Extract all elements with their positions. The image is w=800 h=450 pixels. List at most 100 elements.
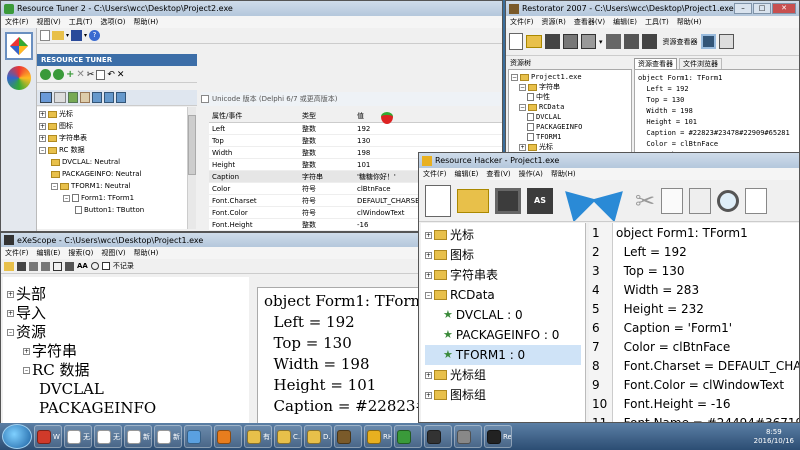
resource-hacker-tree[interactable]: + 光标 + 图标 + 字符串表 – RCData ★ DVCLAL : 0 ★ PACKAGEINF… bbox=[421, 223, 586, 422]
viewer-label[interactable]: 资源查看器 bbox=[663, 37, 698, 47]
exescope-titlebar[interactable]: eXeScope - C:\Users\wcc\Desktop\Project1… bbox=[1, 233, 424, 247]
tree-node[interactable]: + 字符串 bbox=[7, 342, 245, 361]
filter-icon[interactable] bbox=[68, 92, 78, 103]
tree-node[interactable]: ★ TFORM1 : 0 bbox=[425, 345, 581, 365]
minimize-button[interactable]: – bbox=[734, 3, 752, 14]
tree-view-icon[interactable] bbox=[40, 92, 52, 103]
code-text[interactable]: object Form1: TForm1 Left = 192 Top = 13… bbox=[613, 223, 799, 422]
search-icon[interactable] bbox=[90, 262, 99, 270]
tree-node[interactable]: – RCData bbox=[425, 285, 581, 305]
save-icon[interactable] bbox=[17, 261, 26, 271]
menu-item[interactable]: 帮助(H) bbox=[677, 17, 702, 27]
menu-item[interactable]: 资源(R) bbox=[542, 17, 566, 27]
menu-item[interactable]: 视图(V) bbox=[37, 17, 61, 27]
taskbar-button[interactable] bbox=[214, 425, 242, 448]
tree-node[interactable]: + 光标组 bbox=[425, 365, 581, 385]
menu-item[interactable]: 查看(V) bbox=[486, 169, 510, 179]
tree-node[interactable]: ★ PACKAGEINFO : 0 bbox=[425, 325, 581, 345]
expand-icon[interactable]: + bbox=[39, 134, 46, 142]
menu-item[interactable]: 文件(F) bbox=[5, 248, 29, 258]
open-icon[interactable] bbox=[52, 31, 64, 40]
taskbar-button[interactable]: C... bbox=[274, 425, 302, 448]
menu-item[interactable]: 工具(T) bbox=[69, 17, 93, 27]
new-icon[interactable] bbox=[40, 30, 50, 41]
chart-icon[interactable] bbox=[104, 92, 114, 103]
grid-column-header[interactable]: 类型 bbox=[299, 109, 354, 122]
close-icon[interactable]: ✕ bbox=[117, 70, 125, 80]
add-icon[interactable]: + bbox=[66, 69, 74, 80]
taskbar-button[interactable]: 有... bbox=[244, 425, 272, 448]
back-arrow-icon[interactable] bbox=[553, 180, 597, 221]
tree-node[interactable]: + 光标 bbox=[425, 225, 581, 245]
menu-item[interactable]: 操作(A) bbox=[519, 169, 543, 179]
expand-icon[interactable]: + bbox=[425, 371, 432, 379]
taskbar-button[interactable]: Res bbox=[484, 425, 512, 448]
tree-node[interactable]: – 字符串 bbox=[511, 82, 629, 92]
unicode-checkbox-row[interactable]: Unicode 版本 (Delphi 6/7 或更高版本) bbox=[201, 92, 501, 106]
taskbar-button[interactable]: 无... bbox=[94, 425, 122, 448]
taskbar-button[interactable] bbox=[454, 425, 482, 448]
font-icon[interactable]: AA bbox=[77, 262, 88, 270]
import-icon[interactable] bbox=[41, 261, 50, 271]
tree-node[interactable]: + 导入 bbox=[7, 304, 245, 323]
forward-icon[interactable] bbox=[53, 69, 64, 80]
close-button[interactable]: ✕ bbox=[772, 3, 796, 14]
restorator-titlebar[interactable]: Restorator 2007 - C:\Users\wcc\Desktop\P… bbox=[506, 1, 799, 16]
properties-icon[interactable] bbox=[563, 34, 578, 49]
copy-icon[interactable] bbox=[661, 187, 684, 214]
taskbar-button[interactable]: D... bbox=[304, 425, 332, 448]
dialog-icon[interactable] bbox=[745, 187, 768, 214]
menu-item[interactable]: 帮助(H) bbox=[551, 169, 576, 179]
tree-node[interactable]: + 字符串表 bbox=[425, 265, 581, 285]
tree-node[interactable]: – 资源 bbox=[7, 323, 245, 342]
cut-icon[interactable]: ✂ bbox=[635, 187, 655, 215]
tree-node[interactable]: – Form1: TForm1 bbox=[39, 192, 185, 204]
exescope-code-view[interactable]: object Form1: TForm1 Left = 192 Top = 13… bbox=[257, 287, 424, 424]
collapse-icon[interactable]: – bbox=[51, 182, 58, 190]
cut-icon[interactable]: ✂ bbox=[87, 70, 95, 80]
undo-icon[interactable]: ↶ bbox=[107, 70, 115, 80]
expand-icon[interactable]: + bbox=[425, 231, 432, 239]
grid-row[interactable]: Left 整数 192 bbox=[209, 123, 502, 135]
checkbox[interactable] bbox=[201, 95, 209, 103]
save-icon[interactable] bbox=[495, 187, 521, 214]
dropdown-icon[interactable]: ▾ bbox=[599, 38, 603, 46]
grid-column-header[interactable]: 属性/事件 bbox=[209, 109, 299, 122]
chart-icon[interactable] bbox=[92, 92, 102, 103]
save-icon[interactable] bbox=[71, 30, 83, 41]
save-icon[interactable] bbox=[545, 34, 560, 49]
menu-item[interactable]: 文件(F) bbox=[423, 169, 447, 179]
edit-icon[interactable] bbox=[581, 34, 596, 49]
search-icon[interactable] bbox=[717, 189, 740, 212]
expand-icon[interactable]: + bbox=[519, 143, 526, 151]
tree-node[interactable]: DVCLAL bbox=[511, 112, 629, 122]
taskbar-button[interactable] bbox=[184, 425, 212, 448]
taskbar-button[interactable] bbox=[334, 425, 362, 448]
taskbar-button[interactable] bbox=[394, 425, 422, 448]
tree-node[interactable]: + 字符串表 bbox=[39, 132, 185, 144]
back-icon[interactable] bbox=[40, 69, 51, 80]
new-icon[interactable] bbox=[509, 33, 523, 50]
chart-icon[interactable] bbox=[116, 92, 126, 103]
exescope-window[interactable]: eXeScope - C:\Users\wcc\Desktop\Project1… bbox=[0, 232, 425, 425]
taskbar-button[interactable]: 新... bbox=[124, 425, 152, 448]
dropdown-icon[interactable]: ▾ bbox=[84, 32, 87, 39]
tree-node[interactable]: + 光标 bbox=[39, 108, 185, 120]
menu-item[interactable]: 编辑(E) bbox=[613, 17, 637, 27]
tree-node[interactable]: – RC 数据 bbox=[7, 361, 245, 380]
collapse-icon[interactable]: – bbox=[519, 83, 526, 91]
expand-icon[interactable]: + bbox=[39, 110, 46, 118]
tree-node[interactable]: DVCLAL: Neutral bbox=[39, 156, 185, 168]
menu-item[interactable]: 帮助(H) bbox=[134, 248, 159, 258]
tree-node[interactable]: PACKAGEINFO: Neutral bbox=[39, 168, 185, 180]
taskbar-button[interactable]: W bbox=[34, 425, 62, 448]
tree-node[interactable]: + 光标 bbox=[511, 142, 629, 152]
tree-node[interactable]: 中性 bbox=[511, 92, 629, 102]
expand-icon[interactable]: + bbox=[425, 391, 432, 399]
tree-node[interactable]: + 图标 bbox=[39, 120, 185, 132]
expand-icon[interactable]: + bbox=[425, 251, 432, 259]
tree-node[interactable]: PACKAGEINFO bbox=[511, 122, 629, 132]
menu-item[interactable]: 视图(V) bbox=[101, 248, 125, 258]
open-icon[interactable] bbox=[457, 188, 489, 213]
save-as-icon[interactable]: AS bbox=[527, 187, 553, 214]
